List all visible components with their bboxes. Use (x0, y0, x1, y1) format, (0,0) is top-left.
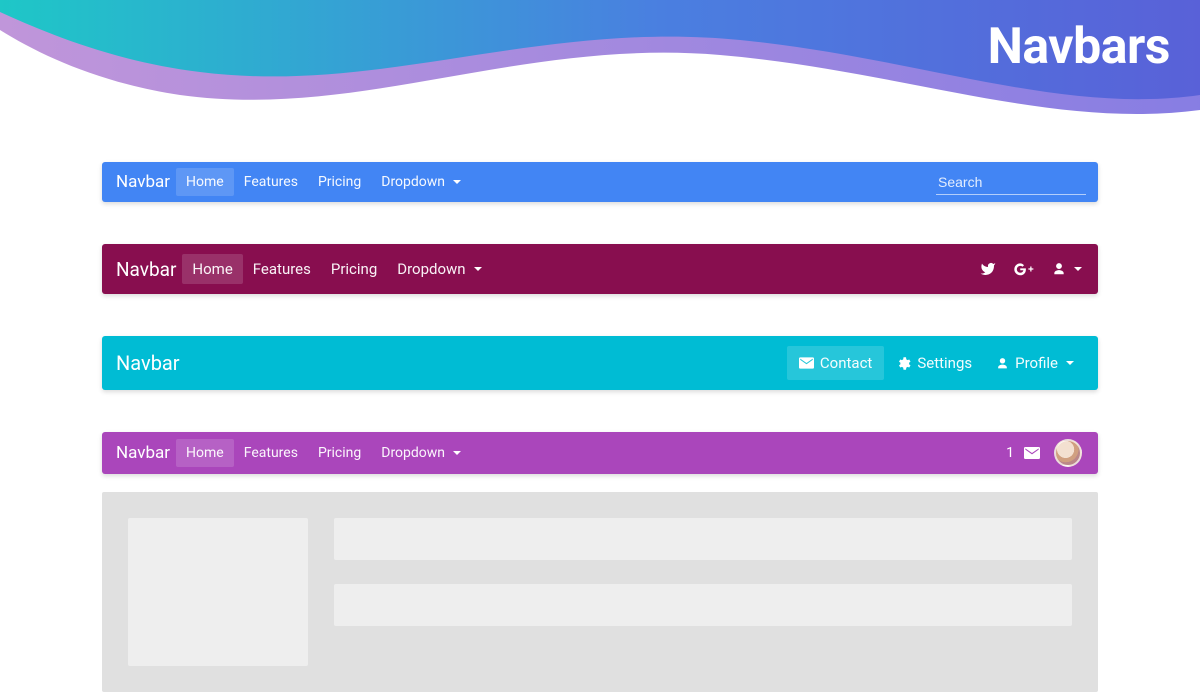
placeholder-row (334, 584, 1072, 626)
chevron-down-icon (453, 451, 461, 455)
chevron-down-icon (1074, 267, 1082, 271)
search-input[interactable] (936, 170, 1086, 195)
wave-graphic (0, 0, 1200, 140)
right-icons (980, 261, 1086, 277)
twitter-icon[interactable] (980, 261, 996, 277)
nav-item-settings[interactable]: Settings (884, 346, 984, 380)
chevron-down-icon (1066, 361, 1074, 365)
hero-banner: Navbars (0, 0, 1200, 130)
nav-item-dropdown[interactable]: Dropdown (387, 254, 491, 284)
nav-item-profile[interactable]: Profile (984, 346, 1086, 380)
nav-item-pricing[interactable]: Pricing (321, 254, 387, 284)
envelope-icon (799, 357, 814, 369)
brand[interactable]: Navbar (114, 172, 176, 192)
nav-items: Home Features Pricing Dropdown (182, 254, 491, 284)
navbar-cyan: Navbar Contact Settings Profile (102, 336, 1098, 390)
nav-item-features[interactable]: Features (234, 168, 308, 196)
gear-icon (896, 356, 911, 371)
navbar-blue: Navbar Home Features Pricing Dropdown (102, 162, 1098, 202)
avatar[interactable] (1054, 439, 1082, 467)
brand[interactable]: Navbar (114, 351, 186, 375)
nav-item-dropdown[interactable]: Dropdown (371, 439, 471, 467)
right-nav-items: Contact Settings Profile (787, 346, 1086, 380)
navbar-purple: Navbar Home Features Pricing Dropdown 1 (102, 432, 1098, 474)
chevron-down-icon (474, 267, 482, 271)
brand[interactable]: Navbar (114, 443, 176, 463)
search-wrap (936, 170, 1086, 195)
envelope-icon[interactable] (1024, 447, 1040, 459)
nav-item-contact[interactable]: Contact (787, 346, 884, 380)
chevron-down-icon (453, 180, 461, 184)
nav-item-home[interactable]: Home (176, 439, 234, 467)
placeholder-sidebar (128, 518, 308, 666)
right-area: 1 (1006, 439, 1086, 467)
content-placeholder (102, 492, 1098, 692)
nav-item-features[interactable]: Features (234, 439, 308, 467)
nav-item-dropdown[interactable]: Dropdown (371, 168, 471, 196)
nav-items: Home Features Pricing Dropdown (176, 439, 471, 467)
navbar-wine: Navbar Home Features Pricing Dropdown (102, 244, 1098, 294)
user-icon (996, 356, 1009, 371)
hero-title: Navbars (988, 18, 1170, 76)
nav-items: Home Features Pricing Dropdown (176, 168, 471, 196)
nav-item-pricing[interactable]: Pricing (308, 168, 371, 196)
notification-count: 1 (1006, 445, 1014, 461)
nav-item-features[interactable]: Features (243, 254, 321, 284)
user-icon[interactable] (1052, 261, 1082, 277)
nav-item-home[interactable]: Home (176, 168, 234, 196)
nav-item-home[interactable]: Home (182, 254, 242, 284)
google-plus-icon[interactable] (1014, 261, 1034, 277)
placeholder-row (334, 518, 1072, 560)
nav-item-pricing[interactable]: Pricing (308, 439, 371, 467)
placeholder-main (334, 518, 1072, 666)
brand[interactable]: Navbar (114, 258, 182, 281)
